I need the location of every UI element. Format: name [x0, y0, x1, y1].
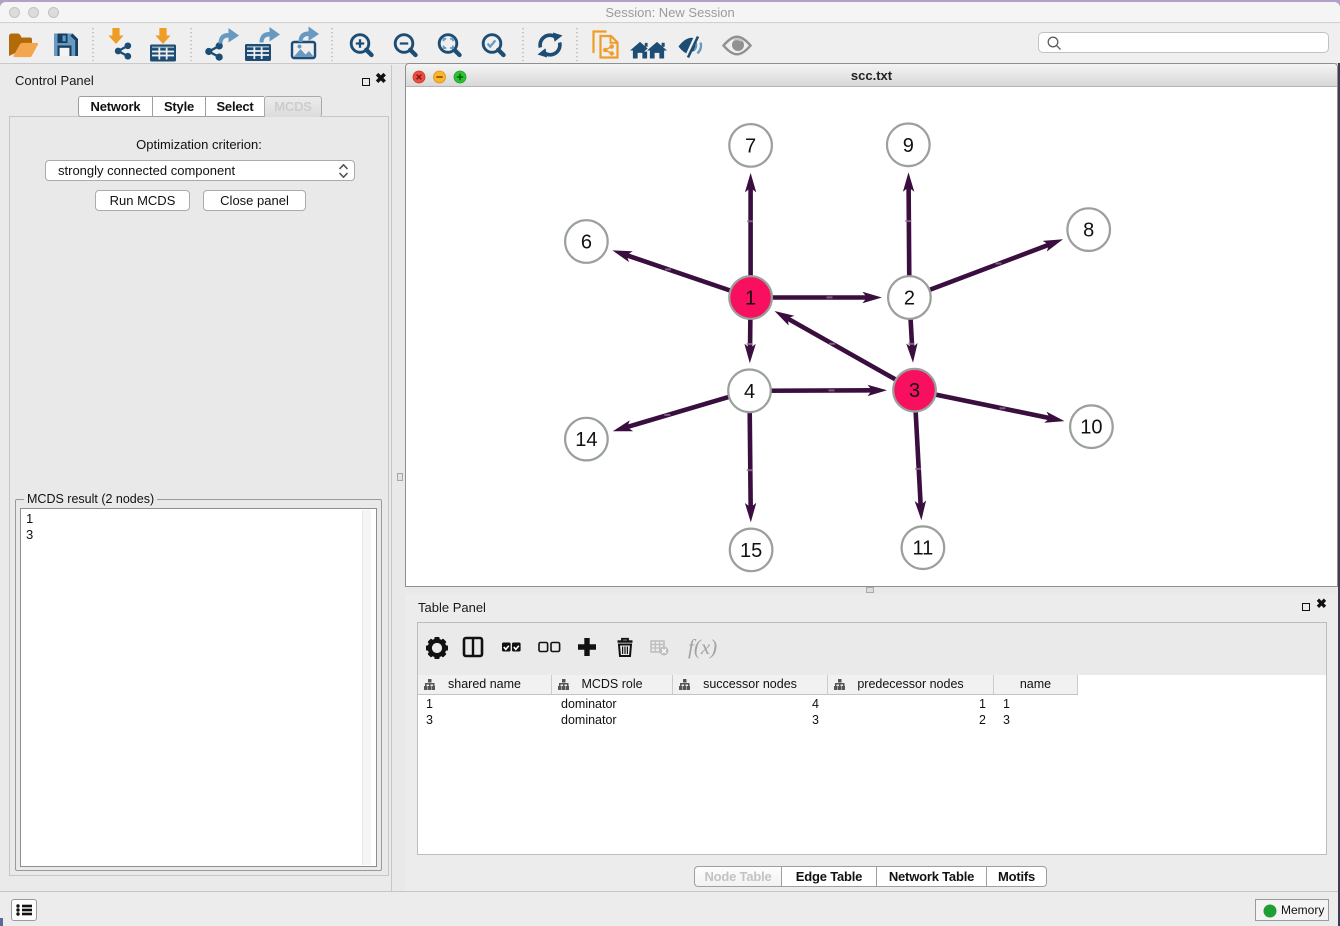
svg-text:8: 8 — [1083, 220, 1094, 242]
svg-text:15: 15 — [740, 540, 762, 562]
svg-text:11: 11 — [913, 538, 934, 560]
svg-text:14: 14 — [575, 429, 597, 451]
svg-text:4: 4 — [744, 381, 755, 403]
svg-text:f(x): f(x) — [688, 635, 717, 659]
svg-text:2: 2 — [904, 288, 915, 310]
svg-text:3: 3 — [909, 380, 920, 402]
svg-text:6: 6 — [581, 232, 592, 254]
svg-text:1: 1 — [745, 288, 756, 310]
svg-text:9: 9 — [903, 135, 914, 157]
svg-text:10: 10 — [1080, 417, 1102, 439]
svg-text:7: 7 — [745, 135, 756, 157]
